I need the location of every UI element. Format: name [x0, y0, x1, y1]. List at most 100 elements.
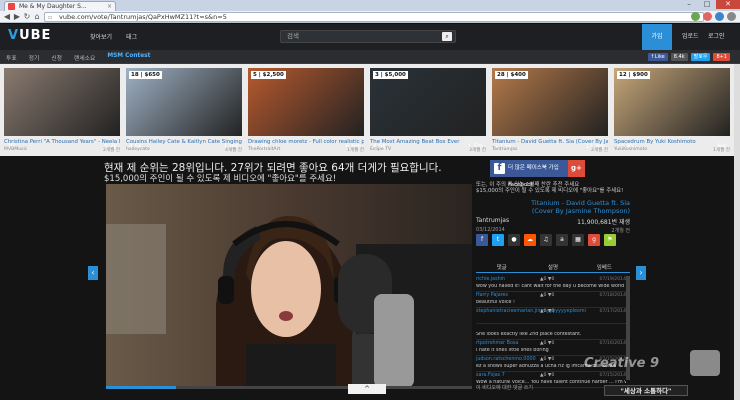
- back-icon[interactable]: ◀: [2, 12, 12, 22]
- thumbnail-title[interactable]: Titanium - David Guetta ft. Sia (Cover B…: [492, 139, 608, 145]
- soundcloud-share-icon[interactable]: ☁: [524, 234, 536, 246]
- menu-icon[interactable]: [727, 12, 736, 21]
- thumbnail-meta: ThePortraitArt 1개월 전: [248, 147, 364, 153]
- share-buttons: f t ● ☁ ♫ a ▦ g ⚑: [476, 234, 616, 246]
- amazon-share-icon[interactable]: a: [556, 234, 568, 246]
- subnav-ranking[interactable]: 랜세소요: [74, 53, 95, 62]
- minimize-button[interactable]: –: [680, 0, 698, 9]
- rank-prize-badge: 28 | $400: [495, 71, 528, 79]
- thumbnail-title[interactable]: Cousins Hailey Cate & Kaitlyn Cate Singi…: [126, 139, 242, 145]
- window-controls: – □ ✕: [680, 0, 740, 9]
- main-nav: 찾아보기 태그: [90, 32, 137, 41]
- twitter-share-icon[interactable]: t: [492, 234, 504, 246]
- join-button[interactable]: 가입: [642, 24, 672, 50]
- channel-name[interactable]: Tantrumjas: [492, 147, 517, 152]
- extension-icon[interactable]: [703, 12, 712, 21]
- gplus-share-icon[interactable]: g: [588, 234, 600, 246]
- search-icon[interactable]: ⌕: [442, 32, 452, 41]
- flag-share-icon[interactable]: ⚑: [604, 234, 616, 246]
- next-video-arrow[interactable]: ›: [636, 266, 646, 280]
- address-bar[interactable]: ▫ vube.com/vote/Tantrumjas/QaPxHwMZ11?t=…: [44, 12, 704, 22]
- thumbnail-image[interactable]: [4, 68, 120, 136]
- subnav-vote[interactable]: 투표: [6, 53, 17, 62]
- tab-embed[interactable]: 임베드: [579, 263, 630, 272]
- vube-logo[interactable]: VUBE: [8, 28, 52, 46]
- scroll-up-tab[interactable]: ^: [348, 384, 386, 394]
- itunes-share-icon[interactable]: ♫: [540, 234, 552, 246]
- comment-user[interactable]: Harry Pajares: [476, 293, 508, 298]
- write-comment-link[interactable]: 이 비디오에 대한 댓글 쓰기: [476, 384, 533, 391]
- watermark-slogan: "세상과 소통하다": [604, 385, 688, 396]
- nav-tags[interactable]: 태그: [126, 32, 137, 41]
- comment-user[interactable]: stephanietracieemarian.jimmyyyyyyyepleom…: [476, 309, 586, 314]
- video-thumbnail[interactable]: 5 | $2,500 22.3k 6.6m Drawing chloe moretz …: [248, 68, 364, 153]
- site-header: VUBE 찾아보기 태그 검색 ⌕: [0, 24, 740, 50]
- comment-votes[interactable]: ▲0 ▼0: [540, 293, 554, 298]
- artist-name[interactable]: Tantrumjas: [476, 217, 509, 224]
- sub-nav: 투표 정기 신청 랜세소요 MSM Contest: [6, 53, 150, 62]
- channel-name[interactable]: YukiKoshimoto: [614, 147, 647, 152]
- video-thumbnail[interactable]: 3 | $5,000 4.5k 1.5m The Most Amazing Beat …: [370, 68, 486, 153]
- close-window-button[interactable]: ✕: [716, 0, 740, 9]
- video-title[interactable]: Titanium - David Guetta ft. Sia (Cover B…: [520, 199, 630, 215]
- video-player[interactable]: [106, 184, 472, 388]
- thumbnail-title[interactable]: Christina Perri "A Thousand Years" - Nee…: [4, 139, 120, 145]
- home-icon[interactable]: ⌂: [32, 12, 42, 22]
- video-progress-bar[interactable]: [106, 386, 472, 389]
- gplus-join-button[interactable]: g+: [568, 160, 585, 177]
- comment-user[interactable]: rtpotrohmer Bosa: [476, 341, 518, 346]
- comment-votes[interactable]: ▲0 ▼0: [540, 341, 554, 346]
- channel-name[interactable]: MVBMusic: [4, 147, 27, 152]
- age: 1개월 전: [712, 148, 730, 153]
- comment-votes[interactable]: ▲0 ▼0: [540, 373, 554, 378]
- comment-votes[interactable]: ▲0 ▼0: [540, 309, 554, 314]
- channel-name[interactable]: haileycate: [126, 147, 150, 152]
- thumbnail-title[interactable]: Spacedrum By Yuki Koshimoto: [614, 139, 730, 145]
- comment-list: richie.jashin ▲0 ▼0 07/19/2014 wow you nail…: [476, 276, 626, 388]
- stats-share-icon[interactable]: ▦: [572, 234, 584, 246]
- previous-video-arrow[interactable]: ‹: [88, 266, 98, 280]
- tab-close-icon[interactable]: ×: [107, 2, 112, 11]
- promo-line-2: $15,000의 주인이 될 수 있도록 제 비디오에 "좋아요"를 주세요!: [476, 188, 624, 194]
- facebook-share-icon[interactable]: f: [476, 234, 488, 246]
- video-thumbnail[interactable]: 28 | $400 27.5k 11.9m Titanium - David Guet…: [492, 68, 608, 153]
- channel-name[interactable]: ThePortraitArt: [248, 147, 280, 152]
- comment-item: Harry Pajares ▲0 ▼0 07/18/2014 beautiful vo…: [476, 292, 626, 308]
- extension-icon[interactable]: [715, 12, 724, 21]
- extension-icon[interactable]: [691, 12, 700, 21]
- thumbnail-title[interactable]: The Most Amazing Beat Box Ever: [370, 139, 486, 145]
- comment-user[interactable]: richie.jashin: [476, 277, 505, 282]
- comment-text: beautiful voice !: [476, 300, 515, 305]
- favicon-icon: [8, 3, 15, 10]
- apple-share-icon[interactable]: ●: [508, 234, 520, 246]
- comment-user[interactable]: judson.ratschenmo.0000: [476, 357, 536, 362]
- subnav-popular[interactable]: 정기: [29, 53, 40, 62]
- maximize-button[interactable]: □: [698, 0, 716, 9]
- forward-icon[interactable]: ▶: [12, 12, 22, 22]
- login-link[interactable]: 로그인: [708, 24, 725, 50]
- age: 1개월 전: [346, 148, 364, 153]
- channel-name[interactable]: Eclipe TV: [370, 147, 391, 152]
- subnav-msm-contest[interactable]: MSM Contest: [107, 53, 150, 62]
- video-thumbnail[interactable]: 20 9.7k Christina Perri "A Thousand Years"…: [4, 68, 120, 153]
- thumbnail-meta: Eclipe TV 3개월 전: [370, 147, 486, 153]
- fb-like-button[interactable]: f Like: [648, 53, 668, 61]
- browser-tab[interactable]: Me & My Daughter S... ×: [4, 1, 116, 11]
- upload-link[interactable]: 업로드: [682, 24, 699, 50]
- facebook-join-button[interactable]: f 더 많은 페이스북 가입 Facebook: [490, 160, 568, 188]
- search-input[interactable]: 검색: [280, 30, 456, 43]
- reload-icon[interactable]: ↻: [22, 12, 32, 22]
- video-thumbnail[interactable]: 18 | $650 4.6k 1.9m Cousins Hailey Cate & K…: [126, 68, 242, 153]
- tab-comments[interactable]: 댓글: [476, 263, 527, 272]
- tab-description[interactable]: 설명: [527, 263, 578, 272]
- video-thumbnail[interactable]: 12 | $900 12.8k 6m Spacedrum By Yuki Koshim…: [614, 68, 730, 153]
- comment-votes[interactable]: ▲0 ▼0: [540, 357, 554, 362]
- comment-user[interactable]: sara.Fojas 7: [476, 373, 505, 378]
- gplus-button[interactable]: 8+1: [713, 53, 730, 61]
- twitter-follow-button[interactable]: 팔로우: [690, 53, 711, 61]
- thumbnail-title[interactable]: Drawing chloe moretz - Full color realis…: [248, 139, 364, 145]
- comment-votes[interactable]: ▲0 ▼0: [540, 277, 554, 282]
- page-scrollbar[interactable]: [734, 64, 740, 400]
- subnav-new[interactable]: 신청: [51, 53, 62, 62]
- nav-browse[interactable]: 찾아보기: [90, 32, 112, 41]
